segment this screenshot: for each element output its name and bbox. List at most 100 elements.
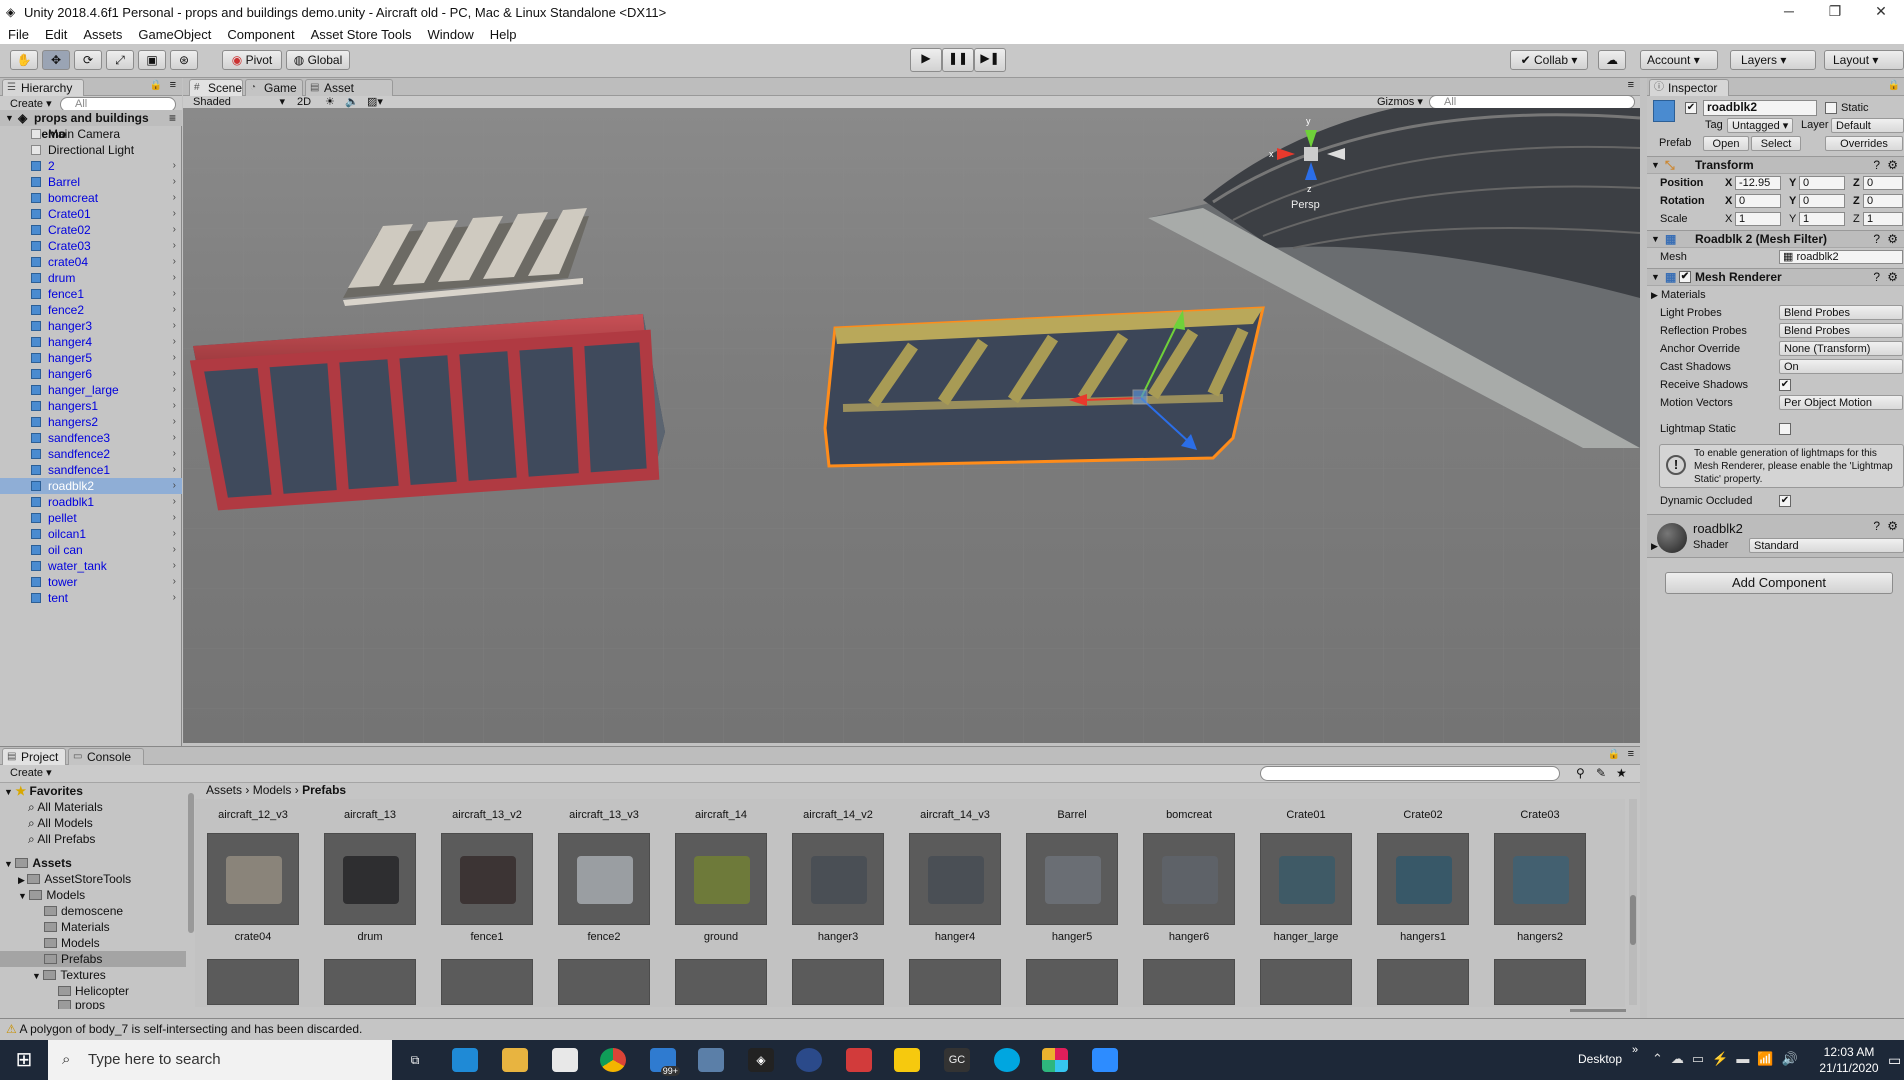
- eclipse-icon[interactable]: [796, 1048, 822, 1072]
- hierarchy-item[interactable]: crate04 ›: [0, 254, 182, 270]
- help-icon[interactable]: ?: [1873, 157, 1880, 174]
- asset-label[interactable]: bomcreat: [1141, 809, 1237, 821]
- skype-icon[interactable]: [994, 1048, 1020, 1072]
- thumbnail-size-slider[interactable]: [1570, 1009, 1626, 1012]
- hierarchy-item[interactable]: hangers2 ›: [0, 414, 182, 430]
- asset-thumbnail-next-row[interactable]: [558, 959, 650, 1005]
- tab-project[interactable]: ▤ Project: [2, 748, 66, 765]
- asset-thumbnail[interactable]: [1377, 833, 1469, 925]
- prefab-open-arrow-icon[interactable]: ›: [173, 542, 176, 558]
- zoom-icon[interactable]: [1092, 1048, 1118, 1072]
- mesh-renderer-row-dropdown[interactable]: Blend Probes: [1779, 323, 1903, 338]
- asset-label[interactable]: hanger4: [907, 931, 1003, 943]
- asset-thumbnail[interactable]: [1143, 833, 1235, 925]
- scale-tool-icon[interactable]: ⤢: [106, 50, 134, 70]
- prefab-select-button[interactable]: Select: [1751, 136, 1801, 151]
- project-lock-icon[interactable]: 🔒: [1608, 749, 1620, 760]
- prefab-open-arrow-icon[interactable]: ›: [173, 446, 176, 462]
- tab-console[interactable]: ▭ Console: [68, 748, 144, 765]
- asset-thumbnail-next-row[interactable]: [1143, 959, 1235, 1005]
- position-z-field[interactable]: 0: [1863, 176, 1903, 190]
- menu-asset-store-tools[interactable]: Asset Store Tools: [303, 27, 420, 42]
- collapse-arrow-icon[interactable]: ▼: [1651, 157, 1660, 174]
- asset-label[interactable]: aircraft_13: [322, 809, 418, 821]
- windows-start-icon[interactable]: ⊞: [0, 1040, 48, 1080]
- account-dropdown[interactable]: Account ▾: [1640, 50, 1718, 70]
- desktop-toolbar-label[interactable]: Desktop: [1578, 1052, 1622, 1066]
- asset-thumbnail-next-row[interactable]: [792, 959, 884, 1005]
- hierarchy-item[interactable]: sandfence1 ›: [0, 462, 182, 478]
- hierarchy-item[interactable]: Crate03 ›: [0, 238, 182, 254]
- receive-shadows-checkbox[interactable]: ✔: [1779, 379, 1791, 391]
- expand-arrow-icon[interactable]: ▶: [1651, 541, 1658, 552]
- prefab-open-button[interactable]: Open: [1703, 136, 1749, 151]
- menu-assets[interactable]: Assets: [75, 27, 130, 42]
- hierarchy-item[interactable]: sandfence3 ›: [0, 430, 182, 446]
- help-icon[interactable]: ?: [1873, 269, 1880, 286]
- asset-label[interactable]: aircraft_12_v3: [205, 809, 301, 821]
- hierarchy-item[interactable]: Directional Light: [0, 142, 182, 158]
- shader-dropdown[interactable]: Standard: [1749, 538, 1904, 553]
- taskbar-clock[interactable]: 12:03 AM 21/11/2020: [1812, 1044, 1886, 1076]
- hierarchy-item[interactable]: tower ›: [0, 574, 182, 590]
- asset-thumbnail-next-row[interactable]: [1494, 959, 1586, 1005]
- hierarchy-item[interactable]: oilcan1 ›: [0, 526, 182, 542]
- assets-root-row[interactable]: ▼ Assets: [4, 855, 72, 871]
- prefab-open-arrow-icon[interactable]: ›: [173, 366, 176, 382]
- project-search-input[interactable]: [1260, 766, 1560, 781]
- roadblk2-model[interactable]: [823, 306, 1265, 468]
- asset-label[interactable]: Barrel: [1024, 809, 1120, 821]
- mesh-field[interactable]: ▦ roadblk2: [1779, 250, 1903, 264]
- rotation-y-field[interactable]: 0: [1799, 194, 1845, 208]
- expand-arrow-icon[interactable]: ▼: [32, 971, 43, 981]
- minimize-icon[interactable]: ─: [1766, 0, 1812, 24]
- expand-arrow-icon[interactable]: ▼: [4, 787, 15, 797]
- asset-thumbnail[interactable]: [441, 833, 533, 925]
- asset-label[interactable]: Crate01: [1258, 809, 1354, 821]
- prefab-open-arrow-icon[interactable]: ›: [173, 526, 176, 542]
- lock-icon[interactable]: 🔒: [150, 80, 162, 91]
- asset-thumbnail-next-row[interactable]: [1377, 959, 1469, 1005]
- menu-gameobject[interactable]: GameObject: [130, 27, 219, 42]
- hierarchy-item[interactable]: tent ›: [0, 590, 182, 606]
- collab-dropdown[interactable]: ✔ Collab ▾: [1510, 50, 1588, 70]
- folder-textures[interactable]: ▼ Textures: [32, 967, 106, 983]
- asset-thumbnail-next-row[interactable]: [324, 959, 416, 1005]
- sourcetree-icon[interactable]: [846, 1048, 872, 1072]
- asset-thumbnail-next-row[interactable]: [1026, 959, 1118, 1005]
- maximize-icon[interactable]: ❐: [1812, 0, 1858, 24]
- asset-label[interactable]: fence2: [556, 931, 652, 943]
- asset-thumbnail-next-row[interactable]: [1260, 959, 1352, 1005]
- mail-icon[interactable]: 99+: [650, 1048, 680, 1076]
- asset-label[interactable]: hangers2: [1492, 931, 1588, 943]
- prefab-open-arrow-icon[interactable]: ›: [173, 382, 176, 398]
- transform-tool-icon[interactable]: ⊛: [170, 50, 198, 70]
- mesh-renderer-enabled-checkbox[interactable]: ✔: [1679, 271, 1691, 283]
- task-view-icon[interactable]: ⧉: [402, 1048, 428, 1072]
- prefab-open-arrow-icon[interactable]: ›: [173, 462, 176, 478]
- help-icon[interactable]: ?: [1873, 231, 1880, 248]
- edge-icon[interactable]: [452, 1048, 478, 1072]
- asset-label[interactable]: hanger3: [790, 931, 886, 943]
- menu-help[interactable]: Help: [482, 27, 525, 42]
- prefab-overrides-button[interactable]: Overrides: [1825, 136, 1903, 151]
- asset-thumbnail[interactable]: [909, 833, 1001, 925]
- favorite-all-materials[interactable]: ⌕ All Materials: [28, 799, 103, 815]
- scale-x-field[interactable]: 1: [1735, 212, 1781, 226]
- prefab-open-arrow-icon[interactable]: ›: [173, 270, 176, 286]
- favorite-all-models[interactable]: ⌕ All Models: [28, 815, 93, 831]
- tab-asset-store[interactable]: ▤Asset Store: [305, 79, 393, 111]
- collapse-arrow-icon[interactable]: ▼: [1651, 269, 1660, 286]
- pivot-toggle[interactable]: ◉ Pivot: [222, 50, 282, 70]
- asset-thumbnail[interactable]: [558, 833, 650, 925]
- prefab-open-arrow-icon[interactable]: ›: [173, 318, 176, 334]
- component-settings-icon[interactable]: ⚙: [1887, 231, 1898, 248]
- sticky-notes-icon[interactable]: [894, 1048, 920, 1072]
- asset-thumbnail[interactable]: [1260, 833, 1352, 925]
- hierarchy-item[interactable]: hanger_large ›: [0, 382, 182, 398]
- asset-label[interactable]: crate04: [205, 931, 301, 943]
- motion-vectors-dropdown[interactable]: Per Object Motion: [1779, 395, 1903, 410]
- hierarchy-item[interactable]: water_tank ›: [0, 558, 182, 574]
- filter-type-icon[interactable]: ⚲: [1576, 766, 1585, 780]
- inspector-lock-icon[interactable]: 🔒: [1888, 80, 1900, 91]
